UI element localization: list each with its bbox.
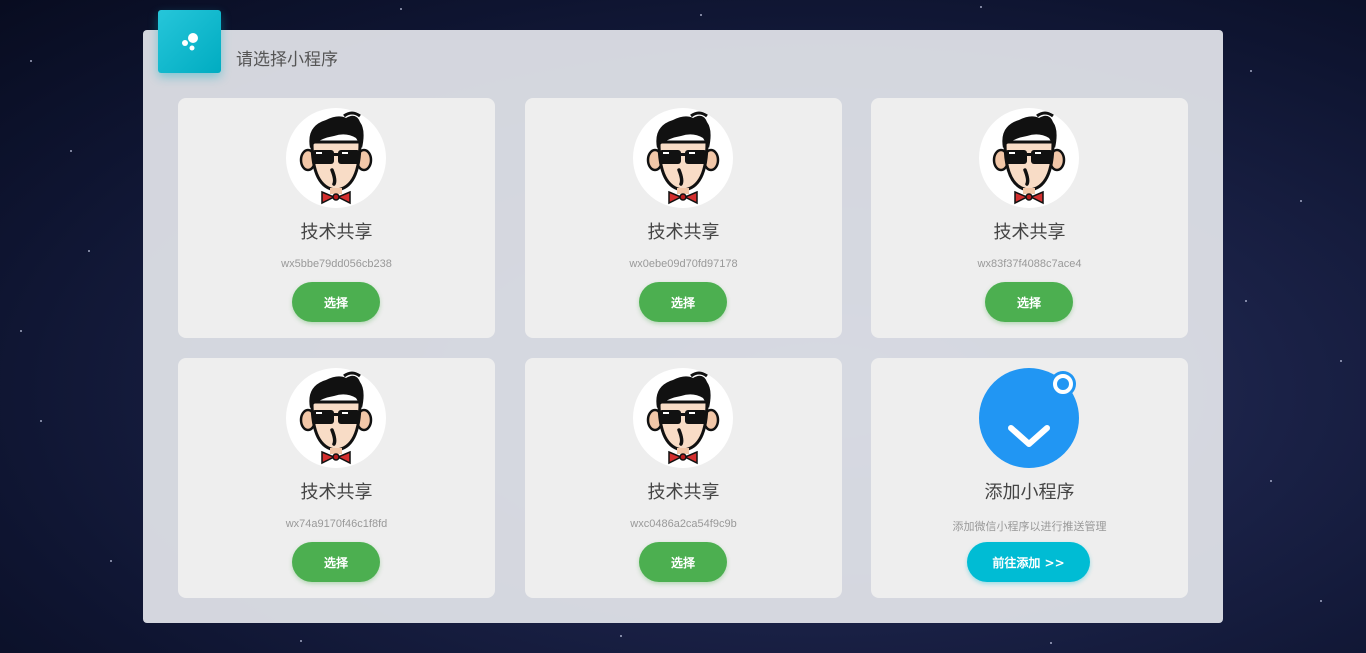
card-name: 技术共享 xyxy=(300,482,373,503)
card-name: 技术共享 xyxy=(300,222,373,243)
select-button[interactable]: 选择 xyxy=(639,542,727,582)
card-name: 技术共享 xyxy=(647,222,720,243)
avatar xyxy=(286,108,386,208)
go-add-button[interactable]: 前往添加 >> xyxy=(967,542,1090,582)
avatar xyxy=(633,108,733,208)
avatar xyxy=(979,108,1079,208)
card-appid: wx5bbe79dd056cb238 xyxy=(281,258,392,270)
card-name: 技术共享 xyxy=(647,482,720,503)
card-appid: wx83f37f4088c7ace4 xyxy=(977,258,1082,270)
select-button[interactable]: 选择 xyxy=(639,282,727,322)
select-button[interactable]: 选择 xyxy=(292,282,380,322)
card-appid: wx74a9170f46c1f8fd xyxy=(285,518,388,530)
card-appid: wx0ebe09d70fd97178 xyxy=(629,258,738,270)
add-mini-program-card: 添加小程序 添加微信小程序以进行推送管理 前往添加 >> xyxy=(871,358,1188,598)
mini-program-card: 技术共享 wx74a9170f46c1f8fd 选择 xyxy=(178,358,495,598)
mini-program-card: 技术共享 wxc0486a2ca54f9c9b 选择 xyxy=(525,358,842,598)
page-title: 请选择小程序 xyxy=(236,50,338,70)
avatar xyxy=(633,368,733,468)
miniprogram-icon xyxy=(979,368,1079,468)
avatar xyxy=(286,368,386,468)
add-card-title: 添加小程序 xyxy=(984,482,1075,503)
select-button[interactable]: 选择 xyxy=(292,542,380,582)
select-button[interactable]: 选择 xyxy=(985,282,1073,322)
mini-program-card: 技术共享 wx0ebe09d70fd97178 选择 xyxy=(525,98,842,338)
card-name: 技术共享 xyxy=(993,222,1066,243)
mini-program-card: 技术共享 wx83f37f4088c7ace4 选择 xyxy=(871,98,1188,338)
bubbles-icon xyxy=(181,32,198,50)
panel-badge xyxy=(158,10,221,73)
card-appid: wxc0486a2ca54f9c9b xyxy=(630,518,737,530)
add-card-description: 添加微信小程序以进行推送管理 xyxy=(952,520,1107,533)
mini-program-card: 技术共享 wx5bbe79dd056cb238 选择 xyxy=(178,98,495,338)
